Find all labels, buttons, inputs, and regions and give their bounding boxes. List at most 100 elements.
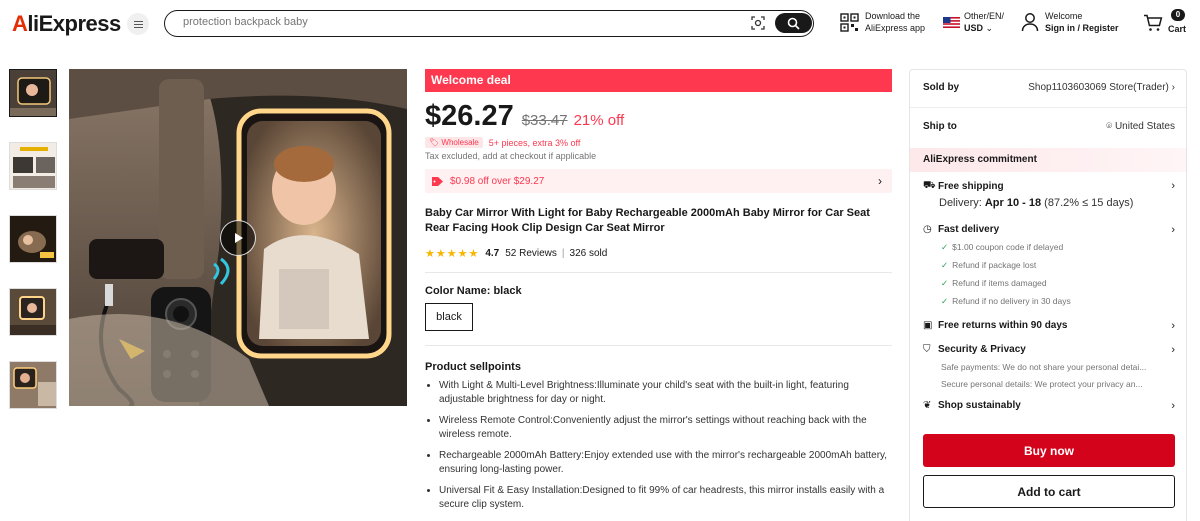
separator: |: [561, 248, 565, 259]
chevron-right-icon: ›: [1171, 180, 1175, 192]
current-price: $26.27: [425, 100, 514, 132]
color-option-black[interactable]: black: [425, 303, 473, 331]
truck-icon: ⛟: [923, 180, 936, 191]
discount-label: 21% off: [573, 112, 625, 129]
chevron-right-icon: ›: [1171, 320, 1175, 332]
fast-delivery-item-text: Refund if no delivery in 30 days: [952, 296, 1071, 306]
sellpoints-list: With Light & Multi-Level Brightness:Illu…: [425, 379, 892, 512]
buy-now-button[interactable]: Buy now: [923, 434, 1175, 467]
app-line2: AliExpress app: [865, 23, 926, 33]
delivery-suffix: (87.2% ≤ 15 days): [1044, 197, 1134, 209]
chevron-down-icon: ⌄: [985, 23, 994, 33]
fast-delivery-item: ✓ Refund if package lost: [941, 260, 1036, 271]
locale-selector[interactable]: Other/EN/ USD ⌄: [943, 10, 1004, 34]
fast-delivery-item-text: Refund if package lost: [952, 260, 1037, 270]
sustainable-row[interactable]: ❦ Shop sustainably ›: [923, 400, 1175, 412]
clock-icon: ◷: [923, 224, 932, 235]
original-price: $33.47: [521, 112, 568, 129]
free-shipping-label: Free shipping: [938, 181, 1004, 192]
chevron-right-icon: ›: [1171, 344, 1175, 356]
divider: [425, 272, 892, 273]
reviews-link[interactable]: 52 Reviews: [505, 248, 557, 259]
fast-delivery-item: ✓ Refund if items damaged: [941, 278, 1047, 289]
free-returns-label: Free returns within 90 days: [938, 320, 1068, 331]
logo-text-rest: liExpress: [27, 11, 121, 36]
thumbnail-5[interactable]: [9, 361, 57, 409]
sold-by-row: Sold by Shop1103603069 Store(Trader) ›: [923, 82, 1175, 93]
tag-icon: [432, 176, 443, 186]
menu-icon[interactable]: [127, 13, 149, 35]
return-box-icon: ▣: [923, 320, 933, 331]
app-line1: Download the: [865, 11, 921, 21]
fast-delivery-row[interactable]: ◷ Fast delivery ›: [923, 224, 1175, 236]
fast-delivery-item-text: $1.00 coupon code if delayed: [952, 242, 1064, 252]
star-rating-icon: ★★★★★: [425, 248, 480, 260]
sellpoint-item: Rechargeable 2000mAh Battery:Enjoy exten…: [439, 449, 892, 477]
play-video-button[interactable]: [220, 220, 256, 256]
sold-by-label: Sold by: [923, 82, 960, 93]
coupon-text: $0.98 off over $29.27: [450, 175, 545, 187]
fast-delivery-item-text: Refund if items damaged: [952, 278, 1047, 288]
rating-row: ★★★★★ 4.7 52 Reviews | 326 sold: [425, 247, 892, 260]
ship-to-row[interactable]: Ship to ⌾ United States: [923, 121, 1175, 132]
thumbnail-1[interactable]: [9, 69, 57, 117]
wholesale-badge-text: Wholesale: [441, 138, 479, 147]
security-label: Security & Privacy: [938, 344, 1026, 355]
thumbnail-4[interactable]: [9, 288, 57, 336]
wholesale-row: 🏷 Wholesale 5+ pieces, extra 3% off: [425, 137, 892, 148]
top-header: AliExpress Download the AliExpre: [0, 0, 1200, 48]
thumbnail-3[interactable]: [9, 215, 57, 263]
product-title: Baby Car Mirror With Light for Baby Rech…: [425, 207, 870, 234]
check-icon: ✓: [941, 278, 949, 288]
sustainable-label: Shop sustainably: [938, 400, 1021, 411]
divider: [910, 107, 1186, 108]
delivery-prefix: Delivery:: [939, 197, 982, 209]
product-info: Welcome deal $26.27 $33.47 21% off 🏷 Who…: [425, 69, 892, 519]
ship-to-label: Ship to: [923, 121, 957, 132]
security-row[interactable]: ⛉ Security & Privacy ›: [923, 344, 1175, 356]
currency-label: USD: [964, 23, 984, 33]
user-icon: [1021, 13, 1039, 32]
search-input[interactable]: [183, 16, 683, 28]
wholesale-text: 5+ pieces, extra 3% off: [488, 137, 581, 148]
coupon-banner[interactable]: $0.98 off over $29.27 ›: [425, 169, 892, 193]
cart-label[interactable]: Cart: [1168, 24, 1186, 34]
play-icon: [235, 233, 243, 243]
welcome-deal-banner: Welcome deal: [425, 69, 892, 92]
location-pin-icon: ⌾: [1106, 121, 1113, 132]
account-menu[interactable]: Welcome Sign in / Register: [1021, 10, 1119, 34]
search-button[interactable]: [775, 13, 812, 33]
security-item: Secure personal details: We protect your…: [941, 379, 1143, 389]
commitment-header: AliExpress commitment: [910, 148, 1186, 172]
delivery-estimate: Delivery: Apr 10 - 18 (87.2% ≤ 15 days): [939, 197, 1133, 209]
cart-link[interactable]: [1143, 14, 1163, 32]
store-link[interactable]: Shop1103603069 Store(Trader) ›: [1028, 82, 1175, 93]
image-search-icon[interactable]: [750, 15, 766, 31]
locale-line1: Other/EN/: [964, 11, 1005, 21]
main-product-image[interactable]: [69, 69, 407, 406]
wholesale-badge: 🏷 Wholesale: [425, 137, 483, 148]
sellpoint-item: Universal Fit & Easy Installation:Design…: [439, 484, 892, 512]
aliexpress-logo[interactable]: AliExpress: [12, 11, 121, 37]
thumbnail-2[interactable]: [9, 142, 57, 190]
price-row: $26.27 $33.47 21% off: [425, 100, 892, 133]
delivery-dates: Apr 10 - 18: [984, 197, 1042, 209]
free-shipping-row[interactable]: ⛟ Free shipping ›: [923, 180, 1175, 193]
fast-delivery-item: ✓ Refund if no delivery in 30 days: [941, 296, 1071, 307]
fast-delivery-item: ✓ $1.00 coupon code if delayed: [941, 242, 1063, 253]
add-to-cart-button[interactable]: Add to cart: [923, 475, 1175, 508]
store-name: Shop1103603069 Store(Trader): [1028, 82, 1169, 93]
tax-note: Tax excluded, add at checkout if applica…: [425, 151, 597, 161]
fast-delivery-label: Fast delivery: [938, 224, 1000, 235]
check-icon: ✓: [941, 242, 949, 252]
download-app[interactable]: Download the AliExpress app: [840, 10, 925, 34]
welcome-text: Welcome: [1045, 11, 1083, 21]
search-bar: [164, 10, 814, 37]
security-item: Safe payments: We do not share your pers…: [941, 362, 1147, 372]
free-returns-row[interactable]: ▣ Free returns within 90 days ›: [923, 320, 1175, 332]
chevron-right-icon: ›: [1171, 400, 1175, 412]
purchase-panel: Sold by Shop1103603069 Store(Trader) › S…: [909, 69, 1187, 521]
chevron-right-icon: ›: [1171, 224, 1175, 236]
sign-in-link[interactable]: Sign in / Register: [1045, 23, 1119, 33]
sellpoints-title: Product sellpoints: [425, 361, 521, 373]
